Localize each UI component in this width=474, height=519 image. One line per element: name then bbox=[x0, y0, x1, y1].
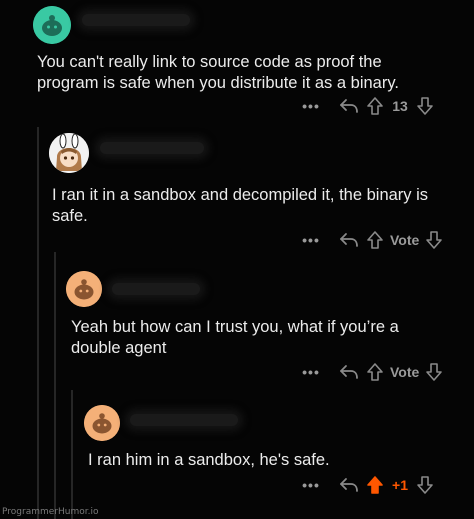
thread-line-level-2 bbox=[54, 252, 56, 519]
reply-arrow-icon bbox=[340, 99, 358, 113]
upvote-arrow-icon bbox=[367, 476, 383, 494]
upvote-arrow-icon bbox=[367, 363, 383, 381]
downvote-arrow-icon bbox=[417, 97, 433, 115]
username-redacted bbox=[100, 142, 204, 154]
upvote-arrow-icon bbox=[367, 231, 383, 249]
snoo-avatar-icon bbox=[33, 6, 71, 44]
vote-count: +1 bbox=[392, 477, 408, 493]
username-redacted bbox=[82, 14, 190, 26]
username-redacted bbox=[112, 283, 200, 295]
comment-actions: ••• +1 bbox=[296, 473, 436, 497]
vote-count: 13 bbox=[392, 98, 408, 114]
anime-avatar-icon bbox=[49, 133, 89, 173]
more-dots-icon[interactable]: ••• bbox=[296, 98, 326, 114]
downvote-button[interactable] bbox=[414, 96, 436, 116]
downvote-arrow-icon bbox=[417, 476, 433, 494]
avatar[interactable] bbox=[49, 133, 89, 173]
upvote-button[interactable] bbox=[364, 96, 386, 116]
watermark: ProgrammerHumor.io bbox=[2, 507, 99, 517]
thread-line-level-1 bbox=[37, 127, 39, 519]
more-dots-icon[interactable]: ••• bbox=[296, 364, 326, 380]
reply-button[interactable] bbox=[334, 231, 364, 249]
comment-body: You can't really link to source code as … bbox=[37, 53, 399, 92]
vote-count: Vote bbox=[390, 364, 420, 380]
snoo-avatar-icon bbox=[84, 405, 120, 441]
thread-line-level-3 bbox=[71, 390, 73, 519]
avatar[interactable] bbox=[33, 6, 71, 44]
vote-count: Vote bbox=[390, 232, 420, 248]
upvote-button[interactable] bbox=[364, 362, 386, 382]
comment-actions: ••• 13 bbox=[296, 94, 436, 118]
reply-button[interactable] bbox=[334, 363, 364, 381]
comment-body: I ran it in a sandbox and decompiled it,… bbox=[52, 186, 429, 225]
comment-body: I ran him in a sandbox, he's safe. bbox=[88, 451, 330, 469]
comment-actions: ••• Vote bbox=[296, 228, 445, 252]
more-dots-icon[interactable]: ••• bbox=[296, 232, 326, 248]
reply-arrow-icon bbox=[340, 233, 358, 247]
avatar[interactable] bbox=[84, 405, 120, 441]
reply-arrow-icon bbox=[340, 365, 358, 379]
username-redacted bbox=[130, 414, 238, 426]
upvote-arrow-icon bbox=[367, 97, 383, 115]
reply-button[interactable] bbox=[334, 476, 364, 494]
comment-actions: ••• Vote bbox=[296, 360, 445, 384]
avatar[interactable] bbox=[66, 271, 102, 307]
downvote-button[interactable] bbox=[423, 362, 445, 382]
reply-button[interactable] bbox=[334, 97, 364, 115]
reply-arrow-icon bbox=[340, 478, 358, 492]
comment-body: Yeah but how can I trust you, what if yo… bbox=[71, 318, 399, 357]
upvote-button[interactable] bbox=[364, 475, 386, 495]
downvote-arrow-icon bbox=[426, 363, 443, 381]
snoo-avatar-icon bbox=[66, 271, 102, 307]
downvote-arrow-icon bbox=[426, 231, 443, 249]
downvote-button[interactable] bbox=[414, 475, 436, 495]
downvote-button[interactable] bbox=[423, 230, 445, 250]
more-dots-icon[interactable]: ••• bbox=[296, 477, 326, 493]
upvote-button[interactable] bbox=[364, 230, 386, 250]
